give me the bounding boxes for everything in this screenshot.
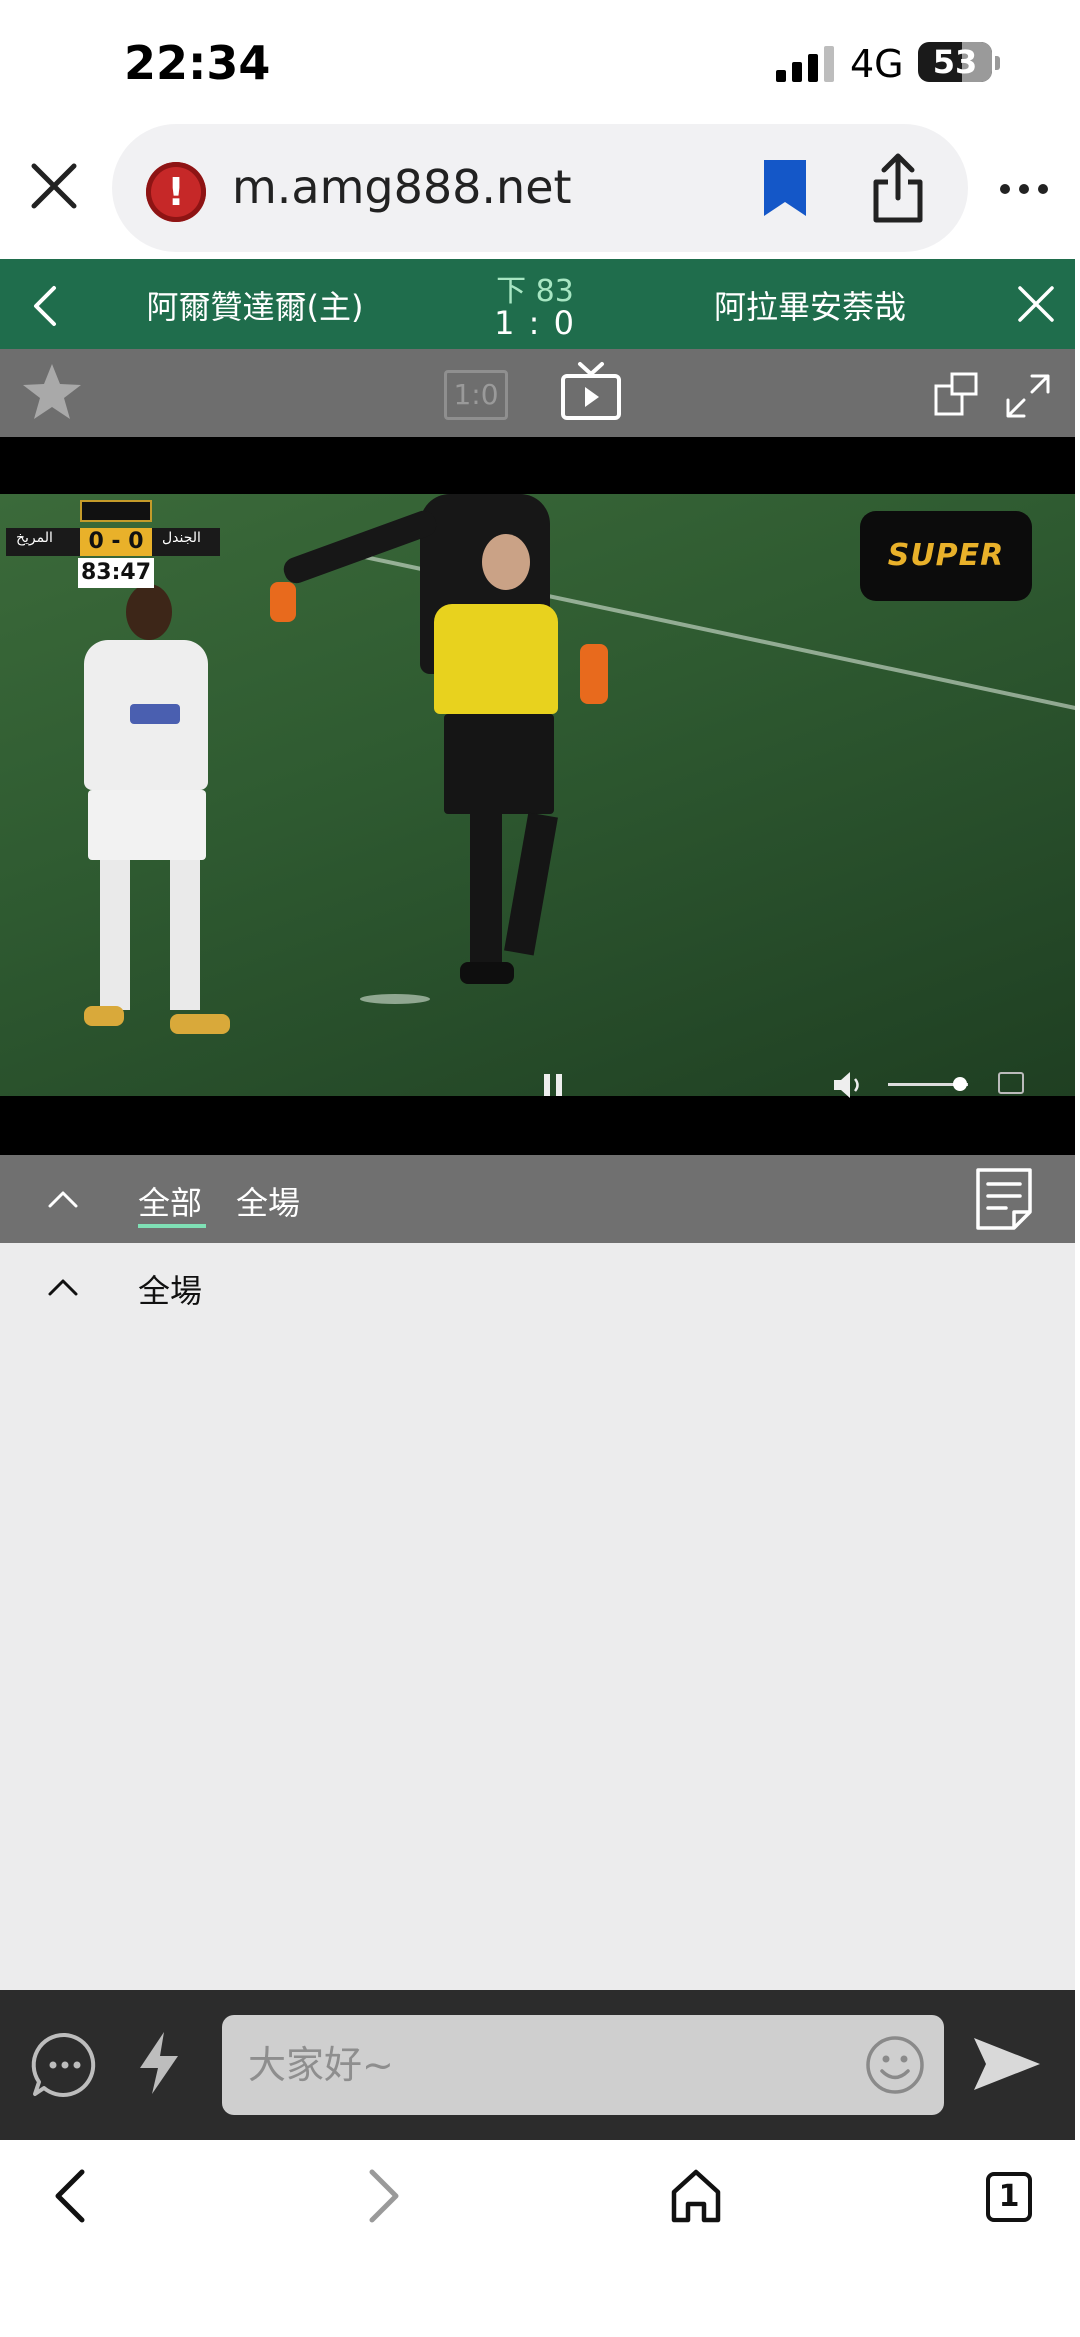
- scorebug-team-left: المريخ: [16, 530, 53, 546]
- scoreboard-icon[interactable]: 1:0: [444, 370, 508, 420]
- notes-icon[interactable]: [974, 1166, 1034, 1232]
- tabs-count-button[interactable]: 1: [986, 2172, 1032, 2222]
- favorite-star-icon[interactable]: [20, 360, 84, 424]
- scorebug-clock: 83:47: [78, 558, 154, 588]
- chat-input[interactable]: [222, 2015, 944, 2115]
- browser-forward-icon[interactable]: [364, 2166, 404, 2226]
- more-options-icon[interactable]: [1000, 184, 1048, 196]
- match-score: 1 : 0: [494, 304, 576, 342]
- close-tab-icon[interactable]: [28, 160, 80, 212]
- fullscreen-icon[interactable]: [1004, 372, 1052, 420]
- home-team-name: 阿爾贊達爾(主): [146, 288, 364, 326]
- battery-icon: 53: [918, 42, 992, 82]
- picture-in-picture-icon[interactable]: [934, 372, 978, 416]
- lightning-icon[interactable]: [134, 2030, 184, 2096]
- share-icon[interactable]: [868, 152, 928, 224]
- channel-logo: SUPER: [860, 511, 1032, 601]
- player-white-kit: [70, 584, 240, 1064]
- tab-full-match[interactable]: 全場: [236, 1178, 300, 1224]
- pause-icon[interactable]: [544, 1074, 564, 1096]
- tab-all[interactable]: 全部: [138, 1178, 202, 1224]
- url-text[interactable]: m.amg888.net: [232, 160, 572, 214]
- status-time: 22:34: [124, 36, 271, 90]
- volume-icon[interactable]: [832, 1070, 866, 1100]
- live-tv-icon[interactable]: [560, 360, 622, 422]
- browser-back-icon[interactable]: [50, 2166, 90, 2226]
- browser-bottom-nav: [0, 2140, 1080, 2337]
- bet-list-area: [0, 1243, 1075, 1990]
- emoji-icon[interactable]: [864, 2034, 926, 2096]
- bookmark-icon[interactable]: [762, 158, 808, 218]
- security-warning-icon[interactable]: !: [146, 162, 206, 222]
- home-icon[interactable]: [670, 2168, 722, 2224]
- volume-slider-knob[interactable]: [953, 1077, 967, 1091]
- away-team-name: 阿拉畢安萘哉: [713, 288, 906, 326]
- close-match-icon[interactable]: [1016, 284, 1056, 324]
- chevron-up-icon[interactable]: [46, 1182, 80, 1216]
- broadcast-scorebug: المريخ 0 - 0 الجندل 83:47: [6, 500, 220, 590]
- match-toolbar: [0, 349, 1075, 437]
- battery-cap: [995, 56, 1000, 70]
- chevron-up-icon[interactable]: [46, 1270, 80, 1304]
- active-tab-indicator: [138, 1224, 206, 1228]
- back-icon[interactable]: [28, 284, 60, 328]
- signal-icon: [776, 46, 834, 82]
- battery-level: 53: [932, 43, 978, 81]
- player-referee: [420, 534, 590, 1054]
- network-type: 4G: [850, 42, 904, 86]
- section-title-full-match[interactable]: 全場: [138, 1266, 202, 1312]
- send-icon[interactable]: [972, 2036, 1042, 2092]
- scorebug-score: 0 - 0: [80, 528, 152, 556]
- chat-bubble-icon[interactable]: [30, 2030, 100, 2100]
- subtitles-icon[interactable]: [998, 1072, 1024, 1094]
- scorebug-team-right: الجندل: [162, 530, 201, 546]
